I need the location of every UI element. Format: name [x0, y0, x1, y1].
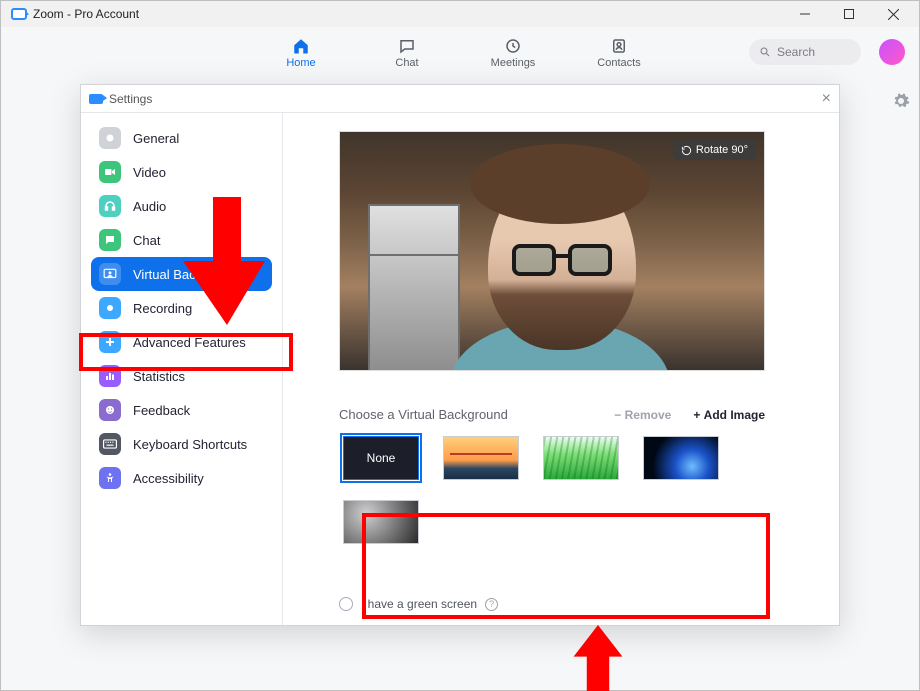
minimize-button[interactable]: [783, 1, 827, 27]
settings-close-button[interactable]: ×: [822, 90, 831, 108]
home-icon: [291, 37, 311, 55]
chat-icon: [397, 37, 417, 55]
choose-background-row: Choose a Virtual Background − Remove + A…: [339, 407, 765, 422]
settings-window: Settings × General Video Audio Chat: [80, 84, 840, 626]
sidebar-item-chat[interactable]: Chat: [91, 223, 272, 257]
sidebar-item-feedback[interactable]: Feedback: [91, 393, 272, 427]
record-icon: [99, 297, 121, 319]
zoom-logo-icon: [11, 8, 27, 20]
background-option-earth[interactable]: [643, 436, 719, 480]
settings-content: Rotate 90° Choose a Virtual Background −…: [283, 113, 839, 625]
sidebar-item-advanced-features[interactable]: Advanced Features: [91, 325, 272, 359]
green-screen-row: I have a green screen ?: [339, 597, 813, 615]
nav-label: Chat: [395, 57, 418, 69]
close-button[interactable]: [871, 1, 915, 27]
keyboard-icon: [99, 433, 121, 455]
sidebar-item-label: Video: [133, 165, 166, 180]
sidebar-item-keyboard-shortcuts[interactable]: Keyboard Shortcuts: [91, 427, 272, 461]
help-icon[interactable]: ?: [485, 598, 498, 611]
add-image-button[interactable]: + Add Image: [693, 408, 765, 422]
preview-scene: [488, 166, 636, 350]
top-navbar: Home Chat Meetings Contacts Search: [1, 27, 919, 79]
sidebar-item-label: Advanced Features: [133, 335, 246, 350]
sidebar-item-label: Audio: [133, 199, 166, 214]
background-option-golden-gate[interactable]: [443, 436, 519, 480]
nav-label: Meetings: [491, 57, 536, 69]
nav-meetings[interactable]: Meetings: [484, 37, 542, 69]
gear-icon: [892, 92, 910, 110]
search-input[interactable]: Search: [749, 39, 861, 65]
sidebar-item-label: Chat: [133, 233, 160, 248]
accessibility-icon: [99, 467, 121, 489]
background-none-label: None: [367, 451, 396, 465]
sidebar-item-label: Accessibility: [133, 471, 204, 486]
main-titlebar: Zoom - Pro Account: [1, 1, 919, 27]
sidebar-item-audio[interactable]: Audio: [91, 189, 272, 223]
sidebar-item-label: Recording: [133, 301, 192, 316]
rotate-label: Rotate 90°: [696, 144, 748, 156]
nav-label: Home: [286, 57, 315, 69]
nav-label: Contacts: [597, 57, 640, 69]
headphones-icon: [99, 195, 121, 217]
background-option-grass[interactable]: [543, 436, 619, 480]
nav-contacts[interactable]: Contacts: [590, 37, 648, 69]
rotate-icon: [681, 145, 692, 156]
sidebar-item-video[interactable]: Video: [91, 155, 272, 189]
sidebar-item-virtual-background[interactable]: Virtual Background: [91, 257, 272, 291]
video-icon: [99, 161, 121, 183]
gear-icon: [99, 127, 121, 149]
search-icon: [759, 46, 771, 58]
sidebar-item-recording[interactable]: Recording: [91, 291, 272, 325]
plus-icon: [99, 331, 121, 353]
sidebar-item-statistics[interactable]: Statistics: [91, 359, 272, 393]
settings-gear-button[interactable]: [892, 92, 910, 115]
sidebar-item-label: Virtual Background: [133, 267, 243, 282]
camera-preview: Rotate 90°: [339, 131, 765, 371]
green-screen-label: I have a green screen: [361, 597, 477, 611]
virtual-background-icon: [99, 263, 121, 285]
sidebar-item-label: Keyboard Shortcuts: [133, 437, 247, 452]
sidebar-item-accessibility[interactable]: Accessibility: [91, 461, 272, 495]
choose-background-heading: Choose a Virtual Background: [339, 407, 508, 422]
contacts-icon: [609, 37, 629, 55]
zoom-logo-icon: [89, 94, 103, 104]
background-option-smoke[interactable]: [343, 500, 419, 544]
feedback-icon: [99, 399, 121, 421]
sidebar-item-label: General: [133, 131, 179, 146]
settings-title: Settings: [109, 92, 152, 106]
sidebar-item-label: Feedback: [133, 403, 190, 418]
remove-background-button[interactable]: − Remove: [614, 408, 671, 422]
window-title: Zoom - Pro Account: [33, 7, 139, 21]
sidebar-item-label: Statistics: [133, 369, 185, 384]
settings-titlebar: Settings ×: [81, 85, 839, 113]
preview-scene: [368, 204, 460, 371]
search-placeholder: Search: [777, 45, 815, 59]
user-avatar[interactable]: [879, 39, 905, 65]
clock-icon: [503, 37, 523, 55]
maximize-button[interactable]: [827, 1, 871, 27]
chat-icon: [99, 229, 121, 251]
settings-sidebar: General Video Audio Chat Virtual Backgro…: [81, 113, 283, 625]
background-thumbnails: None: [339, 430, 765, 556]
rotate-90-button[interactable]: Rotate 90°: [673, 140, 756, 160]
nav-chat[interactable]: Chat: [378, 37, 436, 69]
sidebar-item-general[interactable]: General: [91, 121, 272, 155]
green-screen-checkbox[interactable]: [339, 597, 353, 611]
stats-icon: [99, 365, 121, 387]
background-option-none[interactable]: None: [343, 436, 419, 480]
nav-home[interactable]: Home: [272, 37, 330, 69]
